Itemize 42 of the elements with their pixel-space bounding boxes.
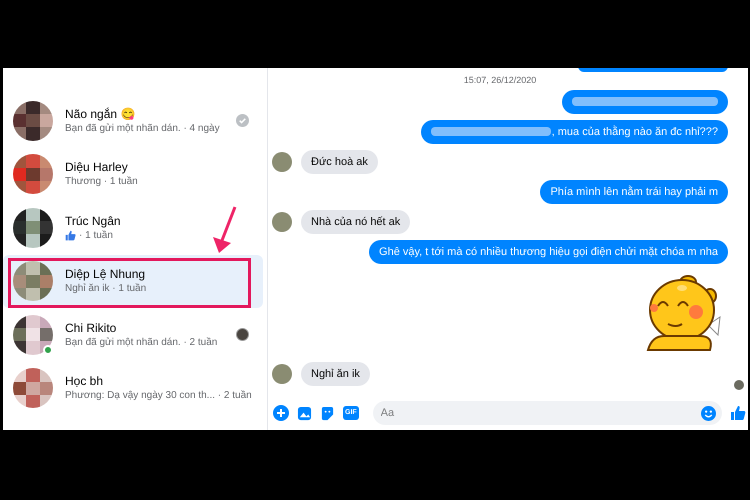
contact-name: Diệp Lệ Nhung [65,266,146,282]
avatar-photo [13,154,53,194]
message-preview: Bạn đã gửi một nhãn dán. · 4 ngày [65,122,220,136]
plus-icon[interactable] [273,405,289,421]
image-icon[interactable] [297,406,312,420]
seen-avatar [734,380,744,390]
message-bubble: Ghê vậy, t tới mà có nhiều thương hiệu gọi điện chửi mặt chóa m nha [369,240,728,264]
message-preview: Nghỉ ăn ik · 1 tuần [65,282,146,296]
message-bubble: Đức hoà ak [301,150,378,174]
message-preview: · 1 tuần [79,228,113,243]
avatar-photo [13,368,53,408]
conversation-item[interactable]: Trúc Ngân · 1 tuần [3,201,263,254]
message-input[interactable]: Aa [372,401,722,425]
conversation-item[interactable]: Học bh Phương: Dạ vậy ngày 30 con th... · 2 tuần [3,362,263,415]
thumbs-up-icon[interactable] [730,405,746,421]
message-bubble: Nghỉ ăn ik [301,362,370,386]
conversation-item[interactable]: Diệu Harley Thương · 1 tuần [3,148,263,201]
timestamp: 15:07, 26/12/2020 [464,74,536,87]
message-preview: Thương · 1 tuần [65,175,138,190]
avatar-photo [272,152,292,172]
sticker-icon[interactable] [320,406,335,420]
message-preview: Phương: Dạ vậy ngày 30 con th... · 2 tuần [65,389,252,404]
conversation-item[interactable]: Não ngắn 😋 Bạn đã gửi một nhãn dán. · 4 ngày [3,94,263,148]
contact-name: Diệu Harley [65,159,129,176]
conversation-item[interactable]: Chi Rikito Bạn đã gửi một nhãn dán. · 2 tuần [3,308,263,362]
message-bubble: Phía mình lên nằm trái hay phải m [540,180,728,204]
message-preview: Bạn đã gửi một nhãn dán. · 2 tuần [65,336,218,350]
avatar-photo [13,261,53,302]
avatar-photo [13,208,53,248]
message-bubble: , mua của thằng nào ăn đc nhỉ??? [420,120,728,144]
avatar-photo [13,100,53,141]
contact-name: Chi Rikito [65,320,118,336]
avatar-photo [272,364,292,384]
message-bubble: Nhà của nó hết ak [301,210,410,234]
thumbs-up-icon [65,230,76,242]
contact-name: Học bh [65,373,104,390]
emoji-icon[interactable] [701,406,716,420]
contact-name: Trúc Ngân [65,212,122,229]
arrow-annotation [211,204,239,254]
avatar-photo [13,314,53,355]
contact-name: Não ngắn 😋 [65,106,136,122]
avatar-photo [272,212,292,232]
